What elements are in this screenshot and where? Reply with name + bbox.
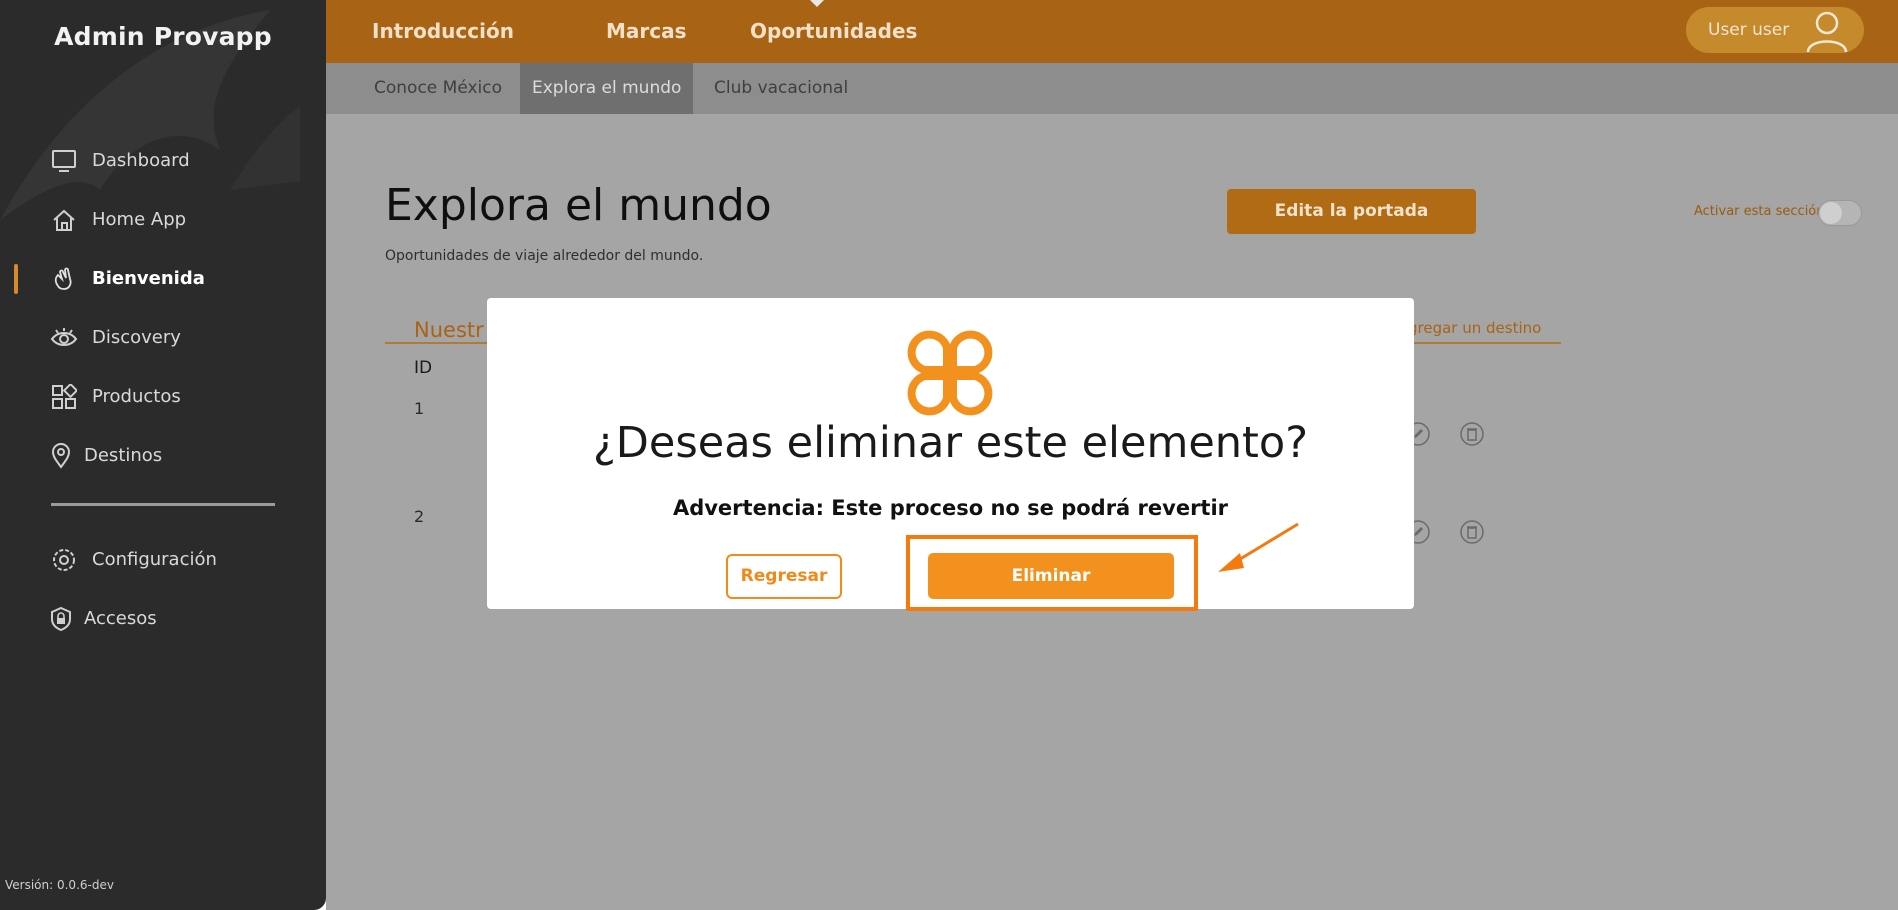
top-bar: Introducción Marcas Oportunidades User u… <box>326 0 1898 63</box>
tab-club-vacacional[interactable]: Club vacacional <box>702 63 860 114</box>
sidebar-item-label: Accesos <box>84 608 157 629</box>
clover-logo-icon <box>907 330 993 416</box>
sidebar-divider <box>51 503 275 506</box>
user-menu-button[interactable]: User user <box>1686 7 1864 53</box>
location-pin-icon <box>50 442 72 470</box>
highlight-box <box>906 535 1198 611</box>
user-name: User user <box>1708 20 1790 40</box>
edit-cover-button[interactable]: Edita la portada <box>1227 189 1476 234</box>
top-nav-introduccion[interactable]: Introducción <box>372 19 514 43</box>
page-title: Explora el mundo <box>385 180 772 231</box>
sidebar-item-accesos[interactable]: Accesos <box>0 589 326 648</box>
waving-hand-icon <box>50 265 78 293</box>
back-button[interactable]: Regresar <box>726 554 842 599</box>
sidebar-item-configuracion[interactable]: Configuración <box>0 530 326 589</box>
sub-nav: Conoce México Explora el mundo Club vaca… <box>326 63 1898 114</box>
sidebar-item-label: Dashboard <box>92 150 190 171</box>
sidebar-item-label: Configuración <box>92 549 217 570</box>
trash-icon[interactable] <box>1459 519 1485 545</box>
modal-warning: Advertencia: Este proceso no se podrá re… <box>672 496 1229 520</box>
sidebar-item-discovery[interactable]: Discovery <box>0 308 326 367</box>
modal-title: ¿Deseas eliminar este elemento? <box>592 418 1309 468</box>
tab-explora-el-mundo[interactable]: Explora el mundo <box>520 63 694 114</box>
sidebar-item-label: Productos <box>92 386 181 407</box>
activate-section-toggle[interactable] <box>1818 200 1862 226</box>
monitor-icon <box>50 147 78 175</box>
sidebar-item-destinos[interactable]: Destinos <box>0 426 326 485</box>
sidebar-nav: Dashboard Home App Bienvenida Discovery … <box>0 131 326 648</box>
user-avatar-icon <box>1806 11 1848 53</box>
sidebar-item-label: Destinos <box>84 445 163 466</box>
sidebar: Admin Provapp Dashboard Home App Bienven… <box>0 0 326 910</box>
add-destination-link[interactable]: gregar un destino <box>1408 319 1541 337</box>
toggle-knob <box>1820 202 1842 224</box>
tab-conoce-mexico[interactable]: Conoce México <box>362 63 514 114</box>
sidebar-item-home-app[interactable]: Home App <box>0 190 326 249</box>
home-icon <box>50 206 78 234</box>
sidebar-item-label: Home App <box>92 209 187 230</box>
version-label: Versión: 0.0.6-dev <box>5 878 114 892</box>
top-nav-oportunidades[interactable]: Oportunidades <box>750 19 917 43</box>
table-header-id: ID <box>414 358 433 378</box>
table-row-id: 2 <box>414 507 425 526</box>
grid-icon <box>50 383 78 411</box>
active-caret-icon <box>808 0 826 7</box>
sidebar-item-productos[interactable]: Productos <box>0 367 326 426</box>
brand-title: Admin Provapp <box>54 22 272 51</box>
sidebar-item-bienvenida[interactable]: Bienvenida <box>0 249 326 308</box>
page-subtitle: Oportunidades de viaje alrededor del mun… <box>385 248 704 264</box>
sidebar-item-dashboard[interactable]: Dashboard <box>0 131 326 190</box>
sidebar-item-label: Discovery <box>92 327 181 348</box>
pointer-arrow-icon <box>1218 522 1299 572</box>
trash-icon[interactable] <box>1459 421 1485 447</box>
sidebar-item-label: Bienvenida <box>92 268 205 289</box>
toggle-label: Activar esta sección <box>1694 204 1825 219</box>
top-nav-marcas[interactable]: Marcas <box>606 19 687 43</box>
gear-icon <box>50 546 78 574</box>
table-row-id: 1 <box>414 399 425 418</box>
section-title: Nuestr <box>414 318 484 342</box>
eye-icon <box>50 324 78 352</box>
shield-lock-icon <box>50 605 72 633</box>
